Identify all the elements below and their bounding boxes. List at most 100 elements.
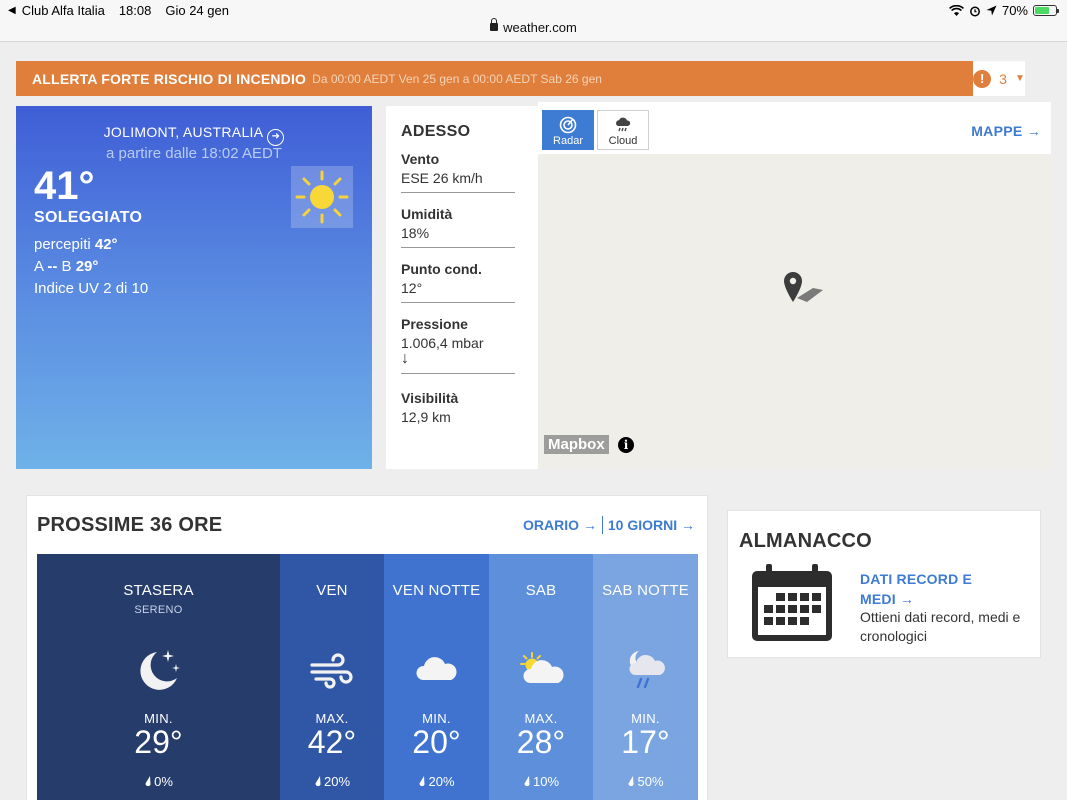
uv-index: Indice UV 2 di 10 [34,280,149,297]
pressure-trend-icon: ↓ [401,350,409,367]
current-conditions-card: JOLIMONT, AUSTRALIA ➜ a partire dalle 18:… [16,106,372,469]
alert-title[interactable]: ALLERTA FORTE RISCHIO DI INCENDIO [32,71,306,87]
detail-wind: Vento ESE 26 km/h [401,151,515,193]
high-low: A -- B 29° [34,258,98,275]
high-label: A [34,258,44,275]
almanac-title: ALMANACCO [739,530,872,552]
precip-chance: 10% [489,774,593,789]
high-value: -- [47,258,58,275]
wifi-icon [949,4,964,16]
status-right: 70% [949,3,1059,18]
raindrop-icon [523,774,533,789]
forecast-links: ORARIO → 10 GIORNI → [523,516,695,534]
alarm-icon [970,6,980,16]
raindrop-icon [627,774,637,789]
precip-value: 20% [428,774,455,789]
now-title: ADESSO [401,123,471,140]
radar-button[interactable]: Radar [542,110,594,150]
current-temperature: 41° [34,164,95,208]
alert-count-button[interactable]: ! 3 ▼ [973,61,1025,96]
precip-value: 0% [154,774,173,789]
status-date: Gio 24 gen [165,3,229,18]
link-divider [601,516,603,534]
fire-danger-alert[interactable]: ALLERTA FORTE RISCHIO DI INCENDIO Da 00:… [16,61,973,96]
location-header[interactable]: JOLIMONT, AUSTRALIA ➜ [16,124,372,146]
detail-value: 1.006,4 mbar [401,335,484,351]
detail-value: ESE 26 km/h [401,170,483,186]
period-tonight[interactable]: STASERA SERENO MIN. 29° 0% [37,554,280,800]
cloud-rain-icon [598,115,648,135]
detail-pressure: Pressione 1.006,4 mbar ↓ [401,316,515,374]
forecast-36h-card: PROSSIME 36 ORE ORARIO → 10 GIORNI → STA… [26,495,708,800]
record-data-link[interactable]: DATI RECORD E MEDI → [860,569,1010,609]
period-temp: 29° [134,724,183,760]
info-icon[interactable]: i [618,437,634,453]
current-details-panel: ADESSO Vento ESE 26 km/h Umidità 18% Pun… [386,106,538,469]
location-arrow-icon[interactable]: ➜ [267,129,285,146]
url-bar[interactable]: weather.com [0,18,1067,35]
sun-icon [291,166,353,228]
low-value: 29° [75,258,99,275]
detail-value: 12,9 km [401,409,451,425]
period-fri-night[interactable]: VEN NOTTE MIN. 20° 20% [384,554,489,800]
detail-value: 18% [401,225,430,241]
chevron-down-icon: ▼ [1014,73,1025,84]
forecast-title: PROSSIME 36 ORE [37,514,223,536]
status-left: ◀ Club Alfa Italia 18:08 Gio 24 gen [8,3,229,18]
ten-day-link[interactable]: 10 GIORNI → [608,517,695,533]
period-name: VEN [316,582,348,599]
location-name[interactable]: JOLIMONT, AUSTRALIA [104,124,264,140]
detail-humidity: Umidità 18% [401,206,515,248]
precip-chance: 50% [593,774,698,789]
battery-percent: 70% [1001,3,1028,18]
cloud-button[interactable]: Cloud [597,110,649,150]
detail-dew-point: Punto cond. 12° [401,261,515,303]
period-temp: 42° [307,724,357,760]
almanac-description: Ottieni dati record, medi e cronologici [860,609,1021,644]
low-label: B [61,258,72,275]
partly-cloudy-icon [489,646,593,694]
radar-icon [543,115,593,135]
period-temp: 28° [516,724,566,760]
alert-count: 3 [999,70,1007,87]
precip-chance: 20% [384,774,489,789]
current-phrase: SOLEGGIATO [34,209,143,226]
forecast-periods: STASERA SERENO MIN. 29° 0% VEN MAX. 42° … [37,554,698,800]
map-toolbar: Radar Cloud MAPPE → [538,102,1051,154]
lock-icon [490,18,499,31]
detail-value: 12° [401,280,423,296]
as-of-time: a partire dalle 18:02 AEDT [106,145,282,162]
alert-period: Da 00:00 AEDT Ven 25 gen a 00:00 AEDT Sa… [312,71,602,86]
mapbox-attribution[interactable]: Mapbox [544,435,609,454]
battery-level [1035,7,1049,14]
maps-link[interactable]: MAPPE → [971,123,1041,139]
location-pin-icon[interactable] [783,272,825,313]
detail-label: Vento [401,151,440,167]
cloud-label: Cloud [608,135,638,147]
almanac-card: ALMANACCO DATI RECORD E MEDI → Ottieni d… [727,510,1041,658]
weather-map[interactable]: Radar Cloud MAPPE → Mapbox i [538,102,1051,469]
hourly-link[interactable]: ORARIO → [523,517,597,533]
detail-label: Pressione [401,316,468,332]
raindrop-icon [418,774,428,789]
period-phrase: SERENO [134,604,183,616]
url-text[interactable]: weather.com [503,20,577,35]
feels-like-value: 42° [94,236,118,253]
period-sat[interactable]: SAB MAX. 28° 10% [489,554,593,800]
period-temp: 20° [412,724,461,760]
precip-value: 20% [323,774,351,789]
moon-stars-icon [37,646,280,694]
raindrop-icon [144,774,154,789]
back-to-app-icon[interactable]: ◀ [8,5,16,16]
precip-value: 50% [637,774,664,789]
precip-chance: 20% [280,774,384,789]
night-showers-icon [593,646,698,694]
back-app-label[interactable]: Club Alfa Italia [22,3,105,18]
battery-icon [1033,5,1059,16]
period-fri[interactable]: VEN MAX. 42° 20% [280,554,384,800]
precip-chance: 0% [37,774,280,789]
wind-icon [280,646,384,694]
precip-value: 10% [532,774,560,789]
period-sat-night[interactable]: SAB NOTTE MIN. 17° 50% [593,554,698,800]
feels-like-label: percepiti [34,236,91,253]
